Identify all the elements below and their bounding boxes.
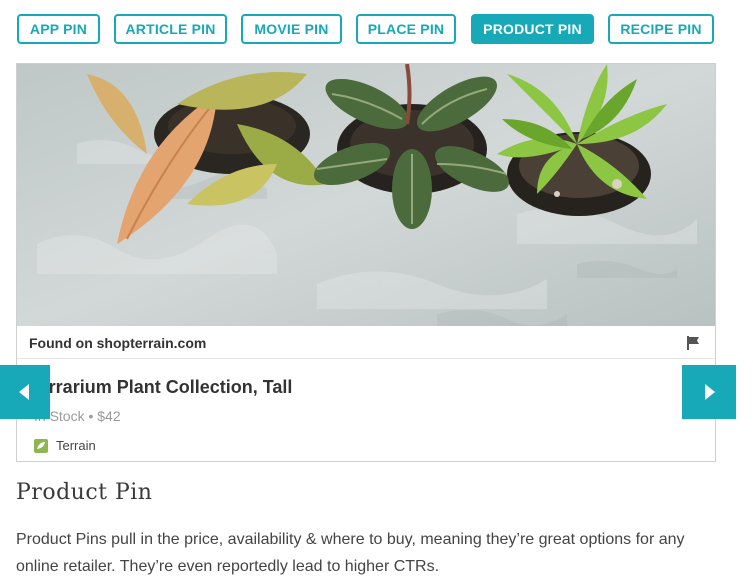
carousel-prev-button[interactable] bbox=[0, 365, 50, 419]
pin-card[interactable]: Found on shopterrain.com Terrarium Plant… bbox=[16, 63, 716, 462]
tab-movie-pin[interactable]: MOVIE PIN bbox=[241, 14, 342, 44]
tab-place-pin[interactable]: PLACE PIN bbox=[356, 14, 456, 44]
pin-type-tabs: APP PIN ARTICLE PIN MOVIE PIN PLACE PIN … bbox=[0, 0, 753, 60]
source-bar: Found on shopterrain.com bbox=[17, 326, 715, 359]
flag-icon[interactable] bbox=[687, 336, 699, 350]
source-domain[interactable]: Found on shopterrain.com bbox=[29, 335, 206, 351]
brand-logo-icon bbox=[34, 439, 48, 453]
brand-name: Terrain bbox=[56, 438, 96, 453]
product-image bbox=[17, 64, 715, 326]
section-description: Product Pins pull in the price, availabi… bbox=[16, 531, 685, 575]
tab-recipe-pin[interactable]: RECIPE PIN bbox=[608, 14, 714, 44]
tab-product-pin[interactable]: PRODUCT PIN bbox=[471, 14, 594, 44]
triangle-left-icon bbox=[19, 384, 29, 400]
product-title[interactable]: Terrarium Plant Collection, Tall bbox=[29, 377, 292, 398]
section-title: Product Pin bbox=[16, 480, 153, 505]
carousel-next-button[interactable] bbox=[682, 365, 736, 419]
tab-app-pin[interactable]: APP PIN bbox=[17, 14, 100, 44]
triangle-right-icon bbox=[705, 384, 715, 400]
tab-article-pin[interactable]: ARTICLE PIN bbox=[114, 14, 227, 44]
